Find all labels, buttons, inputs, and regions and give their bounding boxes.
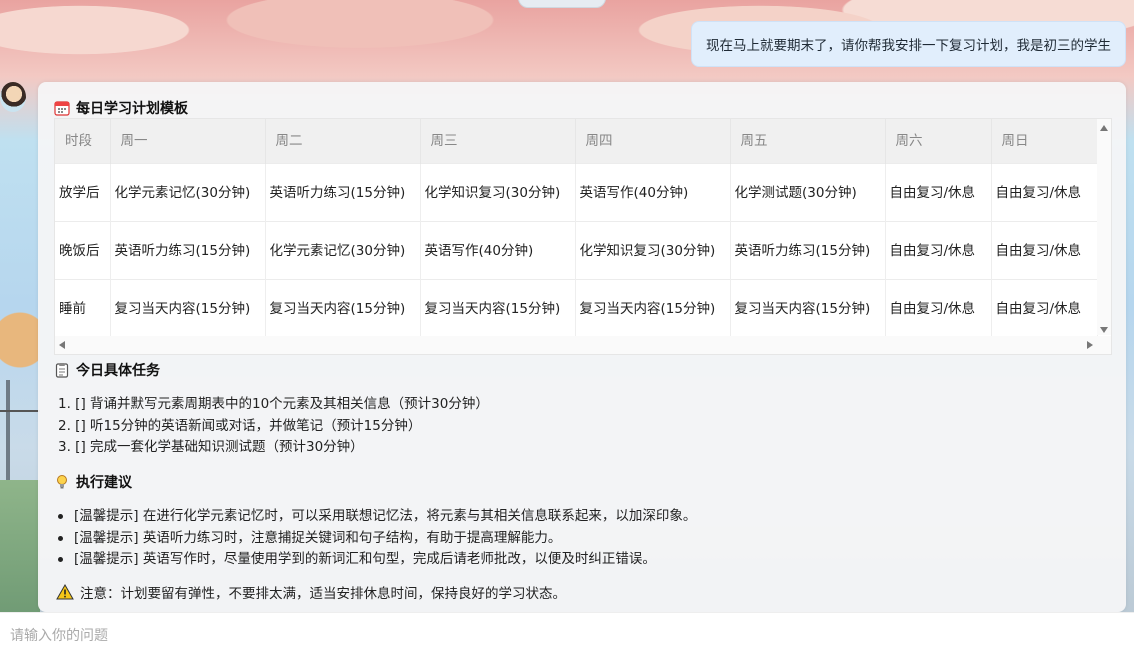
table-header-cell: 周五 (730, 119, 886, 164)
table-cell: 英语听力练习(15分钟) (730, 221, 886, 280)
table-cell: 复习当天内容(15分钟) (420, 279, 576, 337)
assistant-avatar (0, 82, 26, 112)
table-cell: 复习当天内容(15分钟) (110, 279, 266, 337)
table-cell: 自由复习/休息 (991, 163, 1098, 222)
task-list: 1. [] 背诵并默写元素周期表中的10个元素及其相关信息（预计30分钟） 2.… (58, 394, 489, 459)
calendar-icon (54, 100, 70, 116)
user-message-text: 现在马上就要期末了，请你帮我安排一下复习计划，我是初三的学生 (706, 38, 1111, 54)
background-wire (0, 410, 40, 412)
tips-title: 执行建议 (76, 475, 132, 491)
table-header-row: 时段 周一 周二 周三 周四 周五 周六 周日 (55, 119, 1098, 164)
plan-table-container[interactable]: 时段 周一 周二 周三 周四 周五 周六 周日 放学后 化学元素记忆(30分钟)… (54, 118, 1112, 355)
scroll-right-arrow-icon[interactable] (1087, 341, 1093, 349)
top-tab[interactable] (518, 0, 606, 8)
warning-icon (56, 584, 74, 600)
table-cell: 化学知识复习(30分钟) (575, 221, 731, 280)
table-cell: 复习当天内容(15分钟) (265, 279, 421, 337)
table-cell: 自由复习/休息 (991, 221, 1098, 280)
list-item: [温馨提示] 在进行化学元素记忆时，可以采用联想记忆法，将元素与其相关信息联系起… (58, 506, 696, 528)
chat-input-bar (0, 612, 1134, 645)
table-cell: 晚饭后 (55, 221, 111, 280)
table-vertical-scrollbar[interactable] (1097, 119, 1111, 335)
table-cell: 自由复习/休息 (991, 279, 1098, 337)
clipboard-icon (54, 362, 70, 378)
table-cell: 复习当天内容(15分钟) (730, 279, 886, 337)
table-row: 放学后 化学元素记忆(30分钟) 英语听力练习(15分钟) 化学知识复习(30分… (55, 163, 1098, 222)
table-cell: 自由复习/休息 (885, 279, 992, 337)
table-cell: 放学后 (55, 163, 111, 222)
table-cell: 睡前 (55, 279, 111, 337)
table-header-cell: 周六 (885, 119, 992, 164)
assistant-message-card: 每日学习计划模板 时段 周一 周二 周三 周四 周五 周六 周日 放学后 化学元… (38, 82, 1126, 612)
background-tree (0, 300, 40, 390)
list-item: 2. [] 听15分钟的英语新闻或对话，并做笔记（预计15分钟） (58, 417, 422, 434)
scroll-up-arrow-icon[interactable] (1100, 125, 1108, 131)
table-cell: 英语写作(40分钟) (420, 221, 576, 280)
lightbulb-icon (54, 474, 70, 490)
table-cell: 自由复习/休息 (885, 221, 992, 280)
table-header-cell: 周二 (265, 119, 421, 164)
table-cell: 化学元素记忆(30分钟) (110, 163, 266, 222)
table-row: 晚饭后 英语听力练习(15分钟) 化学元素记忆(30分钟) 英语写作(40分钟)… (55, 221, 1098, 280)
list-item: 1. [] 背诵并默写元素周期表中的10个元素及其相关信息（预计30分钟） (58, 396, 489, 412)
table-cell: 英语听力练习(15分钟) (110, 221, 266, 280)
table-cell: 化学元素记忆(30分钟) (265, 221, 421, 280)
table-cell: 化学测试题(30分钟) (730, 163, 886, 222)
table-cell: 复习当天内容(15分钟) (575, 279, 731, 337)
tips-list: [温馨提示] 在进行化学元素记忆时，可以采用联想记忆法，将元素与其相关信息联系起… (58, 506, 696, 571)
table-horizontal-scrollbar[interactable] (55, 336, 1111, 354)
list-item: 3. [] 完成一套化学基础知识测试题（预计30分钟） (58, 439, 364, 455)
plan-table-title: 每日学习计划模板 (76, 101, 188, 117)
list-item: [温馨提示] 英语写作时，尽量使用学到的新词汇和句型，完成后请老师批改，以便及时… (58, 549, 696, 571)
table-header-cell: 周三 (420, 119, 576, 164)
table-cell: 化学知识复习(30分钟) (420, 163, 576, 222)
scroll-left-arrow-icon[interactable] (59, 341, 65, 349)
list-item: [温馨提示] 英语听力练习时，注意捕捉关键词和句子结构，有助于提高理解能力。 (58, 528, 696, 550)
plan-table: 时段 周一 周二 周三 周四 周五 周六 周日 放学后 化学元素记忆(30分钟)… (55, 119, 1098, 337)
note-text: 注意：计划要留有弹性，不要排太满，适当安排休息时间，保持良好的学习状态。 (80, 586, 566, 602)
table-header-cell: 时段 (55, 119, 111, 164)
chat-input[interactable] (8, 627, 612, 645)
scroll-down-arrow-icon[interactable] (1100, 327, 1108, 333)
background-foliage (0, 480, 40, 620)
table-row: 睡前 复习当天内容(15分钟) 复习当天内容(15分钟) 复习当天内容(15分钟… (55, 279, 1098, 337)
tasks-heading: 今日具体任务 (54, 360, 160, 380)
table-cell: 英语听力练习(15分钟) (265, 163, 421, 222)
table-cell: 自由复习/休息 (885, 163, 992, 222)
note-line: 注意：计划要留有弹性，不要排太满，适当安排休息时间，保持良好的学习状态。 (56, 582, 566, 602)
table-header-cell: 周四 (575, 119, 731, 164)
tasks-title: 今日具体任务 (76, 363, 160, 379)
table-header-cell: 周日 (991, 119, 1098, 164)
user-message-bubble: 现在马上就要期末了，请你帮我安排一下复习计划，我是初三的学生 (691, 21, 1126, 67)
tips-heading: 执行建议 (54, 472, 132, 492)
table-header-cell: 周一 (110, 119, 266, 164)
plan-table-heading: 每日学习计划模板 (54, 98, 188, 118)
table-cell: 英语写作(40分钟) (575, 163, 731, 222)
